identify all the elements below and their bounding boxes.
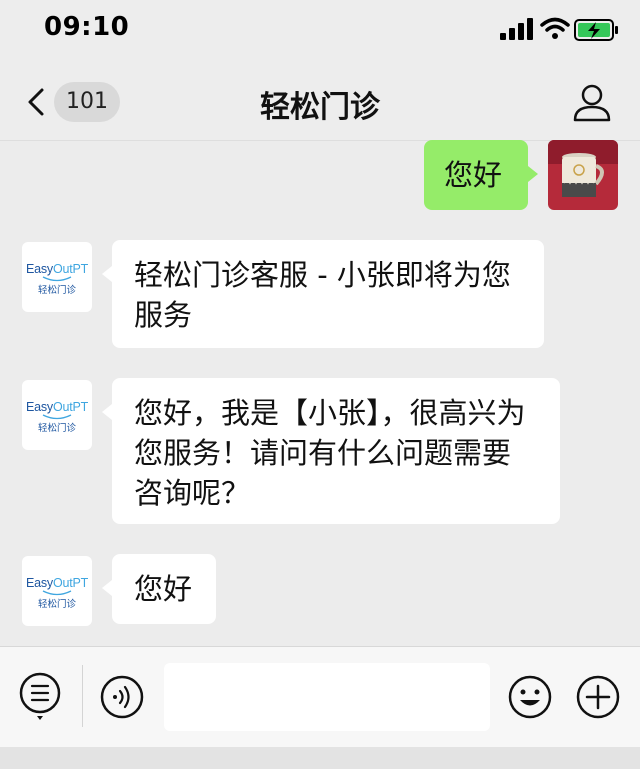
unread-count-badge[interactable]: 101 bbox=[54, 82, 120, 122]
message-text: 您好，我是【小张】，很高兴为您服务！请问有什么问题需要咨询呢？ bbox=[134, 396, 526, 510]
brand-logo: EasyOutPT bbox=[25, 400, 89, 414]
bot-message-bubble[interactable]: 您好，我是【小张】，很高兴为您服务！请问有什么问题需要咨询呢？ bbox=[102, 378, 560, 524]
bot-avatar[interactable]: EasyOutPT 轻松门诊 bbox=[22, 242, 92, 312]
wifi-icon bbox=[540, 17, 570, 39]
bot-avatar[interactable]: EasyOutPT 轻松门诊 bbox=[22, 380, 92, 450]
nav-bar: 101 轻松门诊 bbox=[0, 62, 640, 141]
mug-photo-icon bbox=[548, 140, 618, 210]
emoji-icon[interactable] bbox=[508, 675, 552, 719]
signal-icon bbox=[500, 18, 533, 40]
brand-cn-label: 轻松门诊 bbox=[37, 285, 76, 296]
bot-message-bubble[interactable]: 您好 bbox=[102, 554, 216, 624]
input-bar bbox=[0, 646, 640, 747]
self-avatar[interactable] bbox=[548, 140, 618, 210]
brand-logo: EasyOutPT bbox=[25, 576, 89, 590]
status-bar: 09:10 bbox=[0, 0, 640, 62]
input-divider bbox=[82, 665, 83, 727]
message-input[interactable] bbox=[164, 663, 490, 731]
bot-message-bubble[interactable]: 轻松门诊客服 - 小张即将为您服务 bbox=[102, 240, 544, 348]
brand-cn-label: 轻松门诊 bbox=[37, 599, 76, 610]
brand-cn-label: 轻松门诊 bbox=[37, 423, 76, 434]
home-indicator-area bbox=[0, 747, 640, 769]
status-time: 09:10 bbox=[44, 12, 130, 42]
menu-icon[interactable] bbox=[18, 671, 62, 723]
bot-avatar[interactable]: EasyOutPT 轻松门诊 bbox=[22, 556, 92, 626]
message-text: 您好 bbox=[134, 572, 193, 606]
self-message-bubble[interactable]: 您好 bbox=[424, 140, 538, 210]
plus-icon[interactable] bbox=[576, 675, 620, 719]
brand-logo: EasyOutPT bbox=[25, 262, 89, 276]
message-text: 您好 bbox=[444, 158, 503, 192]
profile-icon[interactable] bbox=[570, 80, 614, 124]
back-chevron-icon[interactable] bbox=[22, 84, 52, 120]
voice-icon[interactable] bbox=[100, 675, 144, 719]
battery-charging-icon bbox=[574, 19, 618, 41]
message-text: 轻松门诊客服 - 小张即将为您服务 bbox=[134, 258, 511, 332]
